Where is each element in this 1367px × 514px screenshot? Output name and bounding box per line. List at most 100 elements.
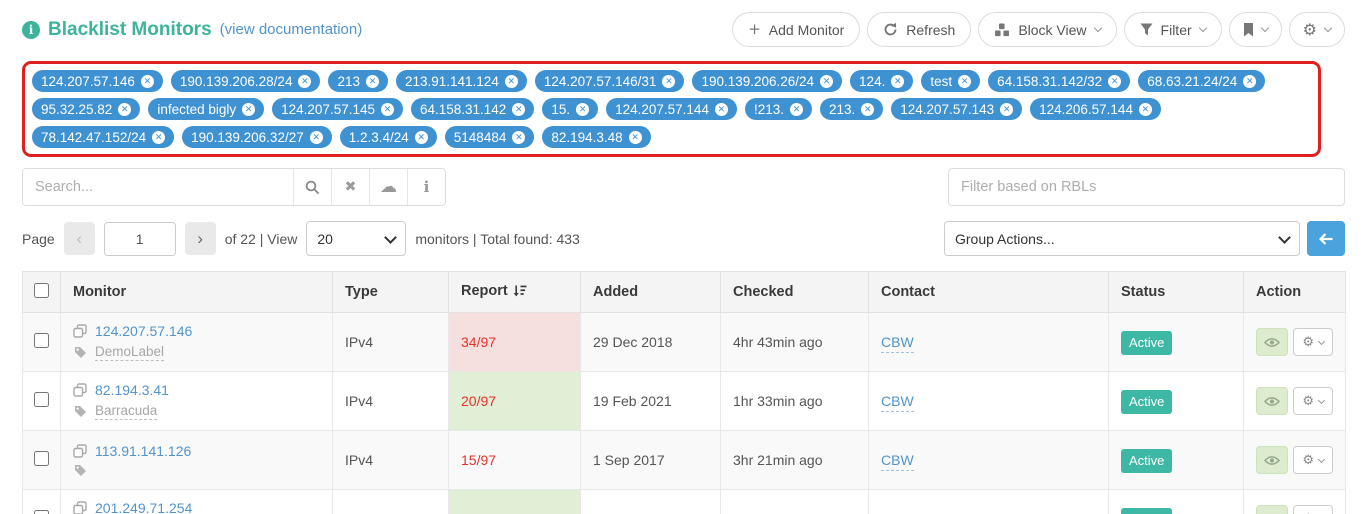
monitor-link[interactable]: 201.249.71.254 xyxy=(95,500,192,514)
filter-tag: 190.139.206.32/27 ✕ xyxy=(182,126,332,148)
monitor-type: IPv4 xyxy=(333,372,449,431)
clear-icon: ✖ xyxy=(345,179,357,195)
filter-tag-label: 190.139.206.28/24 xyxy=(180,74,293,89)
refresh-button[interactable]: Refresh xyxy=(867,12,971,47)
page-label: Page xyxy=(22,231,55,247)
report-cell[interactable]: 34/97 xyxy=(449,313,581,372)
report-cell[interactable]: 15/97 xyxy=(449,490,581,514)
view-report-button[interactable] xyxy=(1256,387,1288,415)
row-settings-button[interactable]: ⚙ xyxy=(1293,505,1333,514)
row-checkbox[interactable] xyxy=(34,510,49,514)
remove-tag-icon[interactable]: ✕ xyxy=(861,103,874,116)
remove-tag-icon[interactable]: ✕ xyxy=(1243,75,1256,88)
remove-tag-icon[interactable]: ✕ xyxy=(1000,103,1013,116)
per-page-select[interactable]: 20 xyxy=(306,221,406,256)
filter-tag-label: 1.2.3.4/24 xyxy=(349,130,409,145)
remove-tag-icon[interactable]: ✕ xyxy=(629,131,642,144)
filter-tag: 124.206.57.144 ✕ xyxy=(1030,98,1161,120)
group-actions-select-wrap: Group Actions... xyxy=(944,221,1300,256)
col-status: Status xyxy=(1109,272,1244,313)
contact-link[interactable]: CBW xyxy=(881,334,914,353)
remove-tag-icon[interactable]: ✕ xyxy=(790,103,803,116)
copy-icon[interactable] xyxy=(73,383,87,397)
contact-link[interactable]: CBW xyxy=(881,452,914,471)
monitor-link[interactable]: 113.91.141.126 xyxy=(95,443,191,459)
remove-tag-icon[interactable]: ✕ xyxy=(141,75,154,88)
remove-tag-icon[interactable]: ✕ xyxy=(381,103,394,116)
remove-tag-icon[interactable]: ✕ xyxy=(512,103,525,116)
group-actions-select[interactable]: Group Actions... xyxy=(944,221,1300,256)
remove-tag-icon[interactable]: ✕ xyxy=(298,75,311,88)
monitor-link[interactable]: 82.194.3.41 xyxy=(95,382,169,398)
view-documentation-link[interactable]: (view documentation) xyxy=(220,21,363,38)
sort-icon xyxy=(513,285,527,301)
remove-tag-icon[interactable]: ✕ xyxy=(715,103,728,116)
filter-tag-label: !213. xyxy=(754,102,784,117)
remove-tag-icon[interactable]: ✕ xyxy=(1139,103,1152,116)
cloud-search-button[interactable]: ☁ xyxy=(369,169,407,205)
remove-tag-icon[interactable]: ✕ xyxy=(1108,75,1121,88)
tag-icon[interactable] xyxy=(74,346,87,359)
bookmarks-button[interactable] xyxy=(1229,12,1282,47)
remove-tag-icon[interactable]: ✕ xyxy=(366,75,379,88)
apply-group-action-button[interactable] xyxy=(1307,221,1345,256)
monitor-label: DemoLabel xyxy=(95,344,164,361)
row-checkbox[interactable] xyxy=(34,451,49,466)
filter-tag: 82.194.3.48 ✕ xyxy=(542,126,650,148)
monitor-link[interactable]: 124.207.57.146 xyxy=(95,323,192,339)
filter-tag-label: 124.207.57.144 xyxy=(615,102,709,117)
remove-tag-icon[interactable]: ✕ xyxy=(958,75,971,88)
col-report[interactable]: Report xyxy=(449,272,581,313)
remove-tag-icon[interactable]: ✕ xyxy=(512,131,525,144)
filter-tag-label: 190.139.206.32/27 xyxy=(191,130,304,145)
settings-button[interactable]: ⚙ xyxy=(1289,12,1345,47)
copy-icon[interactable] xyxy=(73,501,87,514)
remove-tag-icon[interactable]: ✕ xyxy=(118,103,131,116)
page-number-input[interactable] xyxy=(104,222,176,256)
remove-tag-icon[interactable]: ✕ xyxy=(891,75,904,88)
remove-tag-icon[interactable]: ✕ xyxy=(415,131,428,144)
remove-tag-icon[interactable]: ✕ xyxy=(152,131,165,144)
remove-tag-icon[interactable]: ✕ xyxy=(820,75,833,88)
row-checkbox[interactable] xyxy=(34,392,49,407)
search-info-button[interactable]: i xyxy=(407,169,445,205)
view-report-button[interactable] xyxy=(1256,505,1288,514)
filter-button[interactable]: Filter xyxy=(1124,12,1222,47)
report-cell[interactable]: 20/97 xyxy=(449,372,581,431)
remove-tag-icon[interactable]: ✕ xyxy=(310,131,323,144)
rbl-filter-input[interactable] xyxy=(948,168,1345,206)
next-page-button[interactable]: › xyxy=(185,222,216,255)
copy-icon[interactable] xyxy=(73,444,87,458)
view-report-button[interactable] xyxy=(1256,446,1288,474)
clear-search-button[interactable]: ✖ xyxy=(331,169,369,205)
added-date: 1 Sep 2017 xyxy=(581,431,721,490)
copy-icon[interactable] xyxy=(73,324,87,338)
search-input[interactable] xyxy=(23,169,293,205)
select-all-checkbox[interactable] xyxy=(34,283,49,298)
row-settings-button[interactable]: ⚙ xyxy=(1293,387,1333,415)
row-settings-button[interactable]: ⚙ xyxy=(1293,446,1333,474)
remove-tag-icon[interactable]: ✕ xyxy=(505,75,518,88)
tag-icon[interactable] xyxy=(74,405,87,418)
remove-tag-icon[interactable]: ✕ xyxy=(242,103,255,116)
filter-tag: 124.207.57.145 ✕ xyxy=(272,98,403,120)
filter-tag-label: 124.207.57.146/31 xyxy=(544,74,657,89)
remove-tag-icon[interactable]: ✕ xyxy=(576,103,589,116)
add-monitor-button[interactable]: + Add Monitor xyxy=(732,12,860,47)
report-cell[interactable]: 15/97 xyxy=(449,431,581,490)
tag-icon[interactable] xyxy=(74,464,87,477)
monitors-table: Monitor Type Report Added Checked Contac… xyxy=(22,271,1346,514)
block-view-button[interactable]: Block View xyxy=(978,12,1116,47)
row-checkbox[interactable] xyxy=(34,333,49,348)
previous-page-button[interactable]: ‹ xyxy=(64,222,95,255)
eye-icon xyxy=(1264,396,1280,407)
row-settings-button[interactable]: ⚙ xyxy=(1293,328,1333,356)
contact-link[interactable]: CBW xyxy=(881,393,914,412)
filter-tag-label: 82.194.3.48 xyxy=(551,130,622,145)
view-report-button[interactable] xyxy=(1256,328,1288,356)
search-button[interactable] xyxy=(293,169,331,205)
remove-tag-icon[interactable]: ✕ xyxy=(662,75,675,88)
filter-tag-label: 213.91.141.124 xyxy=(405,74,499,89)
info-icon: i xyxy=(22,21,40,39)
chevron-down-icon xyxy=(1198,23,1206,31)
